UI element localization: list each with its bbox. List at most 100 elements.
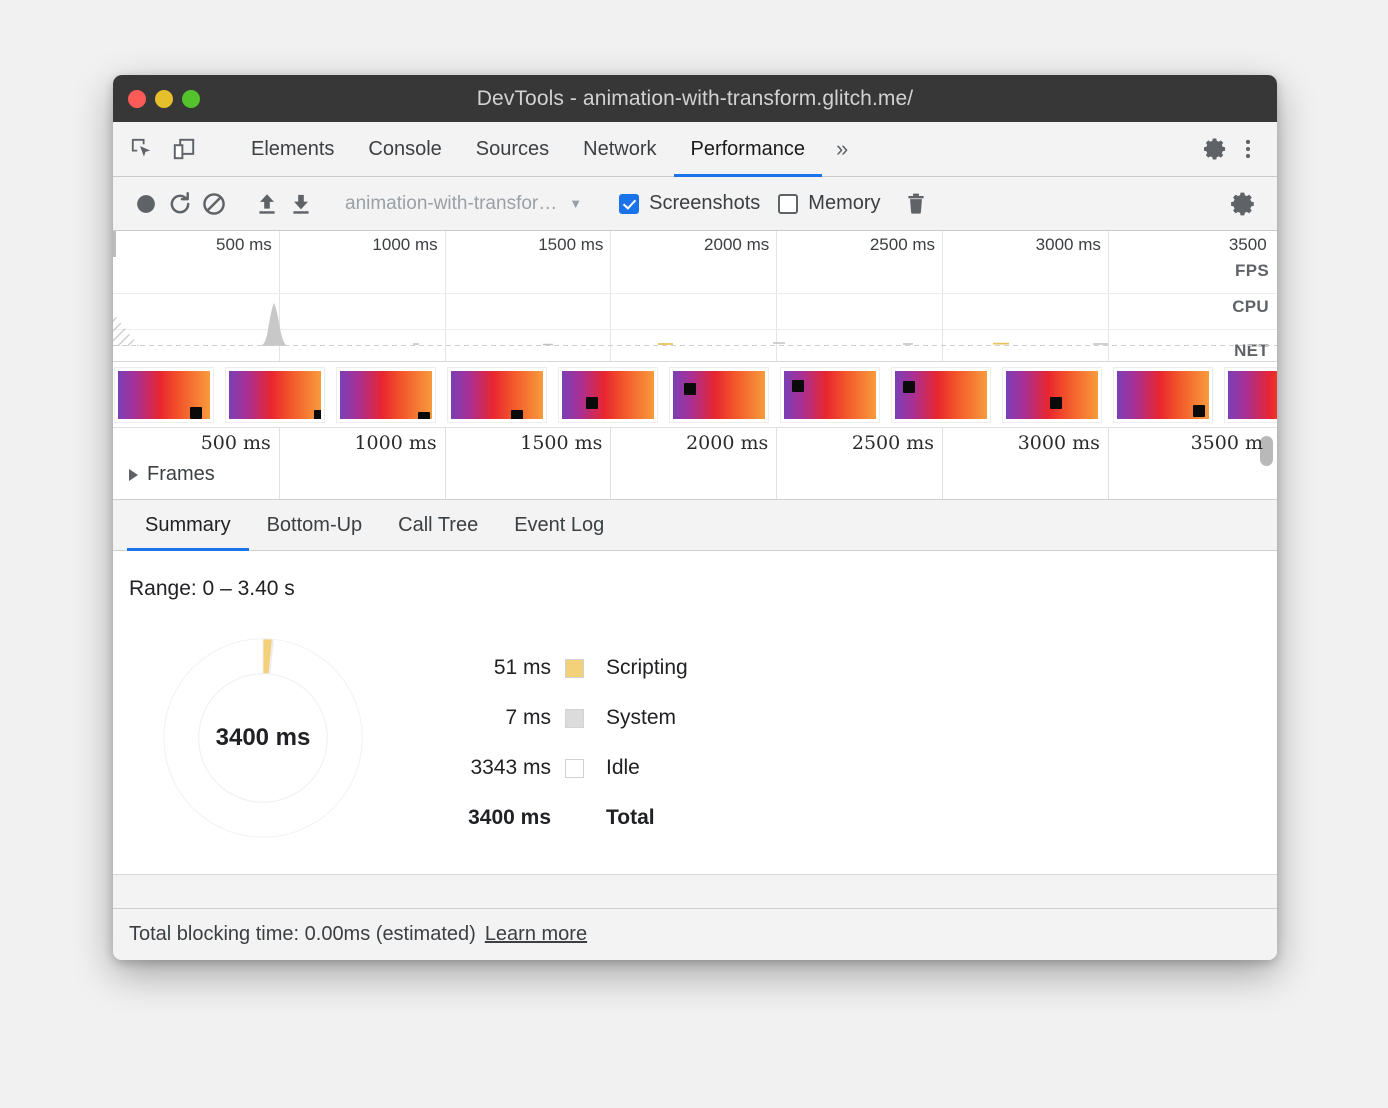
track-tick-label: 2000 ms [686, 432, 776, 454]
legend-row-scripting[interactable]: 51 ms Scripting [437, 643, 688, 693]
devtools-tabbar: Elements Console Sources Network Perform… [113, 122, 1277, 177]
legend-label: Scripting [584, 656, 688, 680]
device-toolbar-icon[interactable] [169, 134, 199, 164]
clear-recording-button[interactable] [197, 187, 231, 221]
capture-settings-gear-icon[interactable] [1227, 187, 1261, 221]
timeline-overview[interactable]: 500 ms1000 ms1500 ms2000 ms2500 ms3000 m… [113, 231, 1277, 362]
tab-network[interactable]: Network [566, 122, 673, 176]
animated-square [314, 410, 324, 422]
performance-record-toolbar: animation-with-transfor… ▼ Screenshots M… [113, 177, 1277, 231]
settings-gear-icon[interactable] [1201, 134, 1231, 164]
legend-swatch [565, 659, 584, 678]
record-button[interactable] [129, 187, 163, 221]
memory-checkbox-row[interactable]: Memory [778, 192, 880, 215]
screenshots-checkbox-row[interactable]: Screenshots [619, 192, 760, 215]
more-tabs-chevron-icon[interactable]: » [822, 122, 862, 176]
frames-label: Frames [147, 463, 215, 486]
animated-square [1050, 397, 1062, 409]
donut-chart[interactable]: 3400 ms [154, 629, 372, 847]
filmstrip-frame[interactable] [670, 368, 768, 422]
inspect-element-icon[interactable] [127, 134, 157, 164]
legend-value: 51 ms [437, 656, 565, 680]
load-profile-icon[interactable] [250, 187, 284, 221]
filmstrip-frame[interactable] [559, 368, 657, 422]
filmstrip-frame[interactable] [337, 368, 435, 422]
tab-event-log[interactable]: Event Log [496, 500, 622, 550]
tabbar-left-icons [113, 122, 234, 176]
window-title: DevTools - animation-with-transform.glit… [113, 87, 1277, 111]
donut-chart-wrapper: 3400 ms [113, 621, 413, 847]
profile-select[interactable]: animation-with-transfor… ▼ [345, 193, 582, 215]
main-tab-list: Elements Console Sources Network Perform… [234, 122, 862, 176]
memory-label: Memory [808, 192, 880, 215]
screenshots-checkbox[interactable] [619, 194, 639, 214]
legend-total-label: Total [584, 806, 655, 830]
animated-square [586, 397, 598, 409]
legend-total-swatch [565, 809, 584, 828]
legend-value: 3343 ms [437, 756, 565, 780]
filmstrip-track[interactable] [113, 362, 1277, 428]
legend-swatch [565, 759, 584, 778]
maximize-window-button[interactable] [182, 90, 200, 108]
track-gridline [279, 428, 280, 499]
legend-label: System [584, 706, 676, 730]
legend-row-system[interactable]: 7 msSystem [437, 693, 688, 743]
track-gridline [445, 428, 446, 499]
tab-console[interactable]: Console [351, 122, 458, 176]
animated-square [684, 383, 696, 395]
tabbar-right-icons [1180, 122, 1277, 176]
animated-square [418, 412, 430, 422]
legend-label: Idle [584, 756, 640, 780]
tab-elements[interactable]: Elements [234, 122, 351, 176]
track-tick-label: 2500 ms [852, 432, 942, 454]
track-gridline [610, 428, 611, 499]
animated-square [511, 410, 523, 422]
tab-performance[interactable]: Performance [674, 122, 823, 176]
detail-tab-list: Summary Bottom-Up Call Tree Event Log [113, 500, 1277, 551]
donut-center-label: 3400 ms [216, 724, 311, 752]
expand-triangle-icon[interactable] [129, 469, 138, 481]
filmstrip-frame[interactable] [1225, 368, 1277, 422]
track-tick-label: 500 ms [201, 432, 279, 454]
reload-and-record-button[interactable] [163, 187, 197, 221]
tab-sources[interactable]: Sources [459, 122, 566, 176]
summary-body: 3400 ms 51 ms Scripting 7 msSystem 3343 ms I… [113, 601, 1277, 847]
learn-more-link[interactable]: Learn more [485, 923, 587, 946]
profile-select-value: animation-with-transfor… [345, 193, 557, 215]
save-profile-icon[interactable] [284, 187, 318, 221]
frames-track-header[interactable]: Frames [113, 463, 215, 486]
track-tick-label: 3500 m [1191, 432, 1271, 454]
filmstrip-frame[interactable] [226, 368, 324, 422]
range-label: Range: 0 – 3.40 s [113, 551, 1277, 601]
tab-call-tree[interactable]: Call Tree [380, 500, 496, 550]
track-tick-label: 1000 ms [354, 432, 444, 454]
summary-bottom-gap [113, 874, 1277, 908]
tab-bottom-up[interactable]: Bottom-Up [249, 500, 381, 550]
summary-legend: 51 msScripting7 msSystem3343 msIdle3400 … [437, 621, 688, 843]
track-tick-label: 1500 ms [520, 432, 610, 454]
filmstrip-frame[interactable] [892, 368, 990, 422]
legend-row-idle[interactable]: 3343 ms Idle [437, 743, 688, 793]
devtools-window: DevTools - animation-with-transform.glit… [113, 75, 1277, 960]
window-titlebar: DevTools - animation-with-transform.glit… [113, 75, 1277, 122]
track-gridline [942, 428, 943, 499]
filmstrip-frame[interactable] [115, 368, 213, 422]
timeline-track-area[interactable]: Frames 500 ms 1000 ms 1500 ms 2000 ms 2500 m… [113, 428, 1277, 500]
filmstrip-frame[interactable] [1003, 368, 1101, 422]
trash-icon[interactable] [899, 187, 933, 221]
more-options-icon[interactable] [1233, 134, 1263, 164]
memory-checkbox[interactable] [778, 194, 798, 214]
chevron-down-icon: ▼ [569, 196, 582, 211]
filmstrip-frame[interactable] [448, 368, 546, 422]
track-gridline [776, 428, 777, 499]
tab-summary[interactable]: Summary [127, 500, 249, 550]
filmstrip-frame[interactable] [1114, 368, 1212, 422]
record-toolbar-right [1208, 187, 1277, 221]
minimize-window-button[interactable] [155, 90, 173, 108]
filmstrip-frame[interactable] [781, 368, 879, 422]
status-bar: Total blocking time: 0.00ms (estimated) … [113, 908, 1277, 960]
animated-square [903, 381, 915, 393]
close-window-button[interactable] [128, 90, 146, 108]
legend-swatch [565, 709, 584, 728]
animated-square [1193, 405, 1205, 417]
